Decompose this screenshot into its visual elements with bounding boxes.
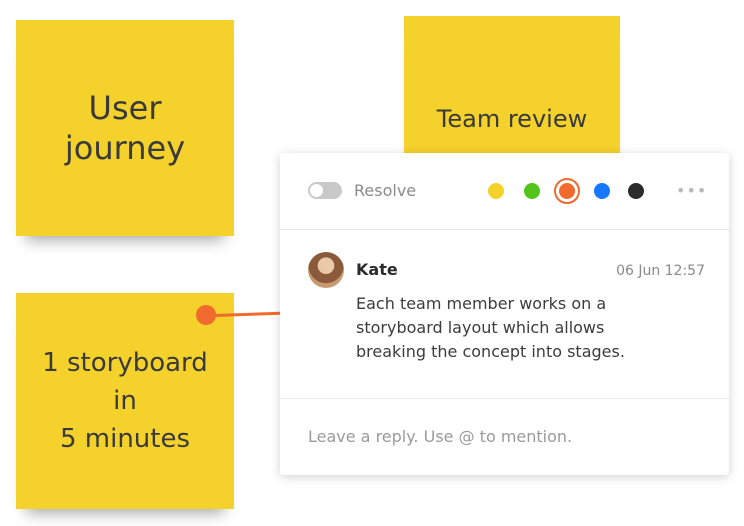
comment-text: Each team member works on a storyboard l… [356, 294, 625, 361]
sticky-note-text: User journey [64, 89, 186, 167]
comment-anchor-dot[interactable] [196, 305, 216, 325]
reply-input[interactable]: Leave a reply. Use @ to mention. [308, 427, 572, 447]
resolve-label: Resolve [354, 181, 417, 200]
sticky-note-text: 1 storyboard in 5 minutes [42, 348, 208, 454]
color-swatch-green[interactable] [524, 183, 540, 199]
color-swatch-yellow[interactable] [488, 183, 504, 199]
color-swatch-blue[interactable] [594, 183, 610, 199]
toggle-knob [310, 184, 323, 197]
sticky-note-storyboard[interactable]: 1 storyboard in 5 minutes [16, 293, 234, 509]
comment-timestamp: 06 Jun 12:57 [616, 263, 705, 279]
color-swatch-orange-selected[interactable] [554, 178, 580, 204]
color-swatch-black[interactable] [628, 183, 644, 199]
sticky-note-user-journey[interactable]: User journey [16, 20, 234, 236]
color-swatch-fill [559, 183, 575, 199]
comment-toolbar: Resolve ••• [280, 153, 729, 230]
more-options-icon[interactable]: ••• [676, 181, 707, 200]
board-canvas: User journey 1 storyboard in 5 minutes T… [0, 0, 744, 526]
comment-thread: Kate 06 Jun 12:57 Each team member works… [280, 230, 729, 399]
comment-author: Kate [356, 260, 398, 279]
sticky-note-text: Team review [436, 105, 588, 133]
resolve-toggle[interactable] [308, 182, 342, 199]
avatar [308, 252, 344, 288]
comment-card: Resolve ••• Kate 06 Jun 12:57 Each team … [280, 153, 729, 475]
